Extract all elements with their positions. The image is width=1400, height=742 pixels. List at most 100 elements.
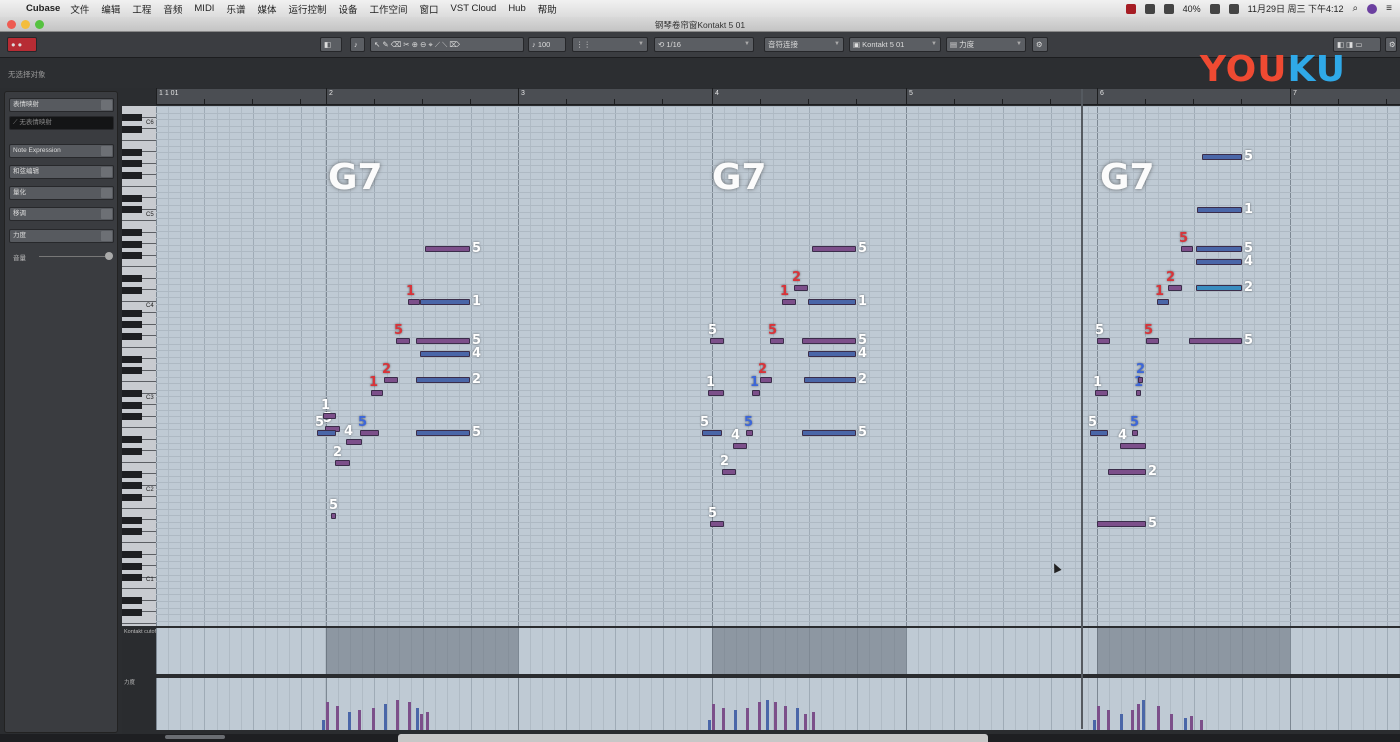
length-quantize-select[interactable]: ⟲ 1/16 ▼ — [654, 37, 754, 52]
midi-note[interactable] — [1108, 469, 1146, 475]
velocity-bar[interactable] — [416, 708, 419, 730]
volume-slider-track[interactable] — [39, 256, 105, 257]
black-key[interactable] — [122, 286, 142, 294]
chord-mode-select[interactable]: 音符连接 ▼ — [764, 37, 844, 52]
midi-note[interactable] — [425, 246, 470, 252]
velocity-lane[interactable] — [156, 678, 1400, 730]
black-key[interactable] — [122, 470, 142, 478]
notification-center-icon[interactable]: ≡ — [1386, 3, 1392, 14]
midi-note[interactable] — [722, 469, 736, 475]
insert-velocity-field[interactable]: ♪ 100 — [528, 37, 566, 52]
battery-icon[interactable] — [1209, 3, 1220, 14]
velocity-bar[interactable] — [1157, 706, 1160, 730]
black-key[interactable] — [122, 551, 142, 558]
cutoff-region[interactable] — [712, 628, 906, 674]
velocity-bar[interactable] — [358, 710, 361, 730]
feedback-tool-icon[interactable]: ♪ — [350, 37, 365, 52]
chord-edit-section[interactable]: 和弦编辑 — [9, 165, 114, 179]
midi-note[interactable] — [802, 430, 856, 436]
velocity-bar[interactable] — [804, 714, 807, 730]
midi-note[interactable] — [710, 338, 724, 344]
midi-note[interactable] — [1095, 390, 1108, 396]
midi-note[interactable] — [770, 338, 784, 344]
midi-note[interactable] — [1136, 390, 1141, 396]
velocity-bar[interactable] — [1137, 704, 1140, 730]
black-key[interactable] — [122, 493, 142, 501]
midi-note[interactable] — [1197, 207, 1242, 213]
black-key[interactable] — [122, 309, 142, 317]
midi-note[interactable] — [760, 377, 772, 383]
midi-note[interactable] — [1097, 338, 1110, 344]
midi-note[interactable] — [808, 299, 856, 305]
midi-note[interactable] — [1146, 338, 1159, 344]
black-key[interactable] — [122, 436, 142, 443]
midi-note[interactable] — [733, 443, 747, 449]
velocity-bar[interactable] — [1131, 710, 1134, 730]
midi-note[interactable] — [335, 460, 350, 466]
velocity-bar[interactable] — [708, 720, 711, 730]
velocity-section[interactable]: 力度 — [9, 229, 114, 243]
midi-note[interactable] — [752, 390, 760, 396]
solo-tool-button[interactable]: ◧ — [320, 37, 342, 52]
expand-icon[interactable] — [101, 100, 112, 110]
midi-note[interactable] — [808, 351, 856, 357]
expand-icon[interactable] — [101, 146, 112, 156]
midi-note[interactable] — [331, 513, 336, 519]
velocity-lane-label[interactable]: 力度 — [124, 678, 135, 686]
bar-ruler[interactable]: 1 1 01 2 3 4 5 6 7 — [156, 88, 1400, 105]
velocity-bar[interactable] — [1200, 720, 1203, 730]
midi-note[interactable] — [708, 390, 724, 396]
expression-map-section[interactable]: 表情映射 — [9, 98, 114, 112]
black-key[interactable] — [122, 160, 142, 167]
quantize-section[interactable]: 量化 — [9, 186, 114, 200]
menu-project[interactable]: 工程 — [132, 2, 151, 16]
cutoff-region[interactable] — [326, 628, 518, 674]
midi-note[interactable] — [782, 299, 796, 305]
velocity-bar[interactable] — [1120, 714, 1123, 730]
black-key[interactable] — [122, 367, 142, 374]
cutoff-lane[interactable] — [156, 628, 1400, 674]
midi-note[interactable] — [794, 285, 808, 291]
black-key[interactable] — [122, 516, 142, 524]
velocity-bar[interactable] — [712, 704, 715, 730]
midi-note[interactable] — [408, 299, 420, 305]
velocity-bar[interactable] — [1190, 716, 1193, 730]
menubar-clock[interactable]: 11月29日 周三 下午4:12 — [1248, 2, 1344, 15]
midi-note[interactable] — [346, 439, 362, 445]
gear-icon[interactable]: ⚙ — [1385, 37, 1397, 52]
black-key[interactable] — [122, 390, 142, 397]
menu-file[interactable]: 文件 — [70, 2, 89, 16]
menu-workspaces[interactable]: 工作空间 — [370, 2, 408, 16]
record-status-icon[interactable] — [1125, 3, 1136, 14]
velocity-bar[interactable] — [746, 708, 749, 730]
instrument-select[interactable]: ▣ Kontakt 5 01 ▼ — [849, 37, 941, 52]
velocity-bar[interactable] — [1107, 710, 1110, 730]
note-grid[interactable]: 5515425125152451555154251251252451555154… — [156, 106, 1400, 626]
midi-note[interactable] — [1120, 443, 1146, 449]
black-key[interactable] — [122, 229, 142, 236]
black-key[interactable] — [122, 401, 142, 409]
menu-edit[interactable]: 编辑 — [101, 2, 120, 16]
velocity-bar[interactable] — [1097, 706, 1100, 730]
midi-note[interactable] — [746, 430, 753, 436]
midi-note[interactable] — [416, 338, 470, 344]
cutoff-region[interactable] — [1097, 628, 1290, 674]
midi-note[interactable] — [416, 377, 470, 383]
black-key[interactable] — [122, 194, 142, 202]
expand-icon[interactable] — [101, 209, 112, 219]
expand-icon[interactable] — [101, 231, 112, 241]
lane-select[interactable]: ▤ 力度 ▼ — [946, 37, 1026, 52]
midi-note[interactable] — [802, 338, 856, 344]
velocity-bar[interactable] — [796, 708, 799, 730]
playhead-cursor[interactable] — [1081, 89, 1083, 729]
menu-score[interactable]: 乐谱 — [226, 2, 245, 16]
midi-note[interactable] — [1168, 285, 1182, 291]
menu-vst-cloud[interactable]: VST Cloud — [451, 3, 497, 14]
menu-window[interactable]: 窗口 — [420, 2, 439, 16]
velocity-bar[interactable] — [322, 720, 325, 730]
midi-note[interactable] — [1202, 154, 1242, 160]
black-key[interactable] — [122, 240, 142, 248]
midi-note[interactable] — [1090, 430, 1108, 436]
sync-icon[interactable] — [1144, 3, 1155, 14]
app-menu[interactable]: Cubase — [26, 3, 60, 14]
